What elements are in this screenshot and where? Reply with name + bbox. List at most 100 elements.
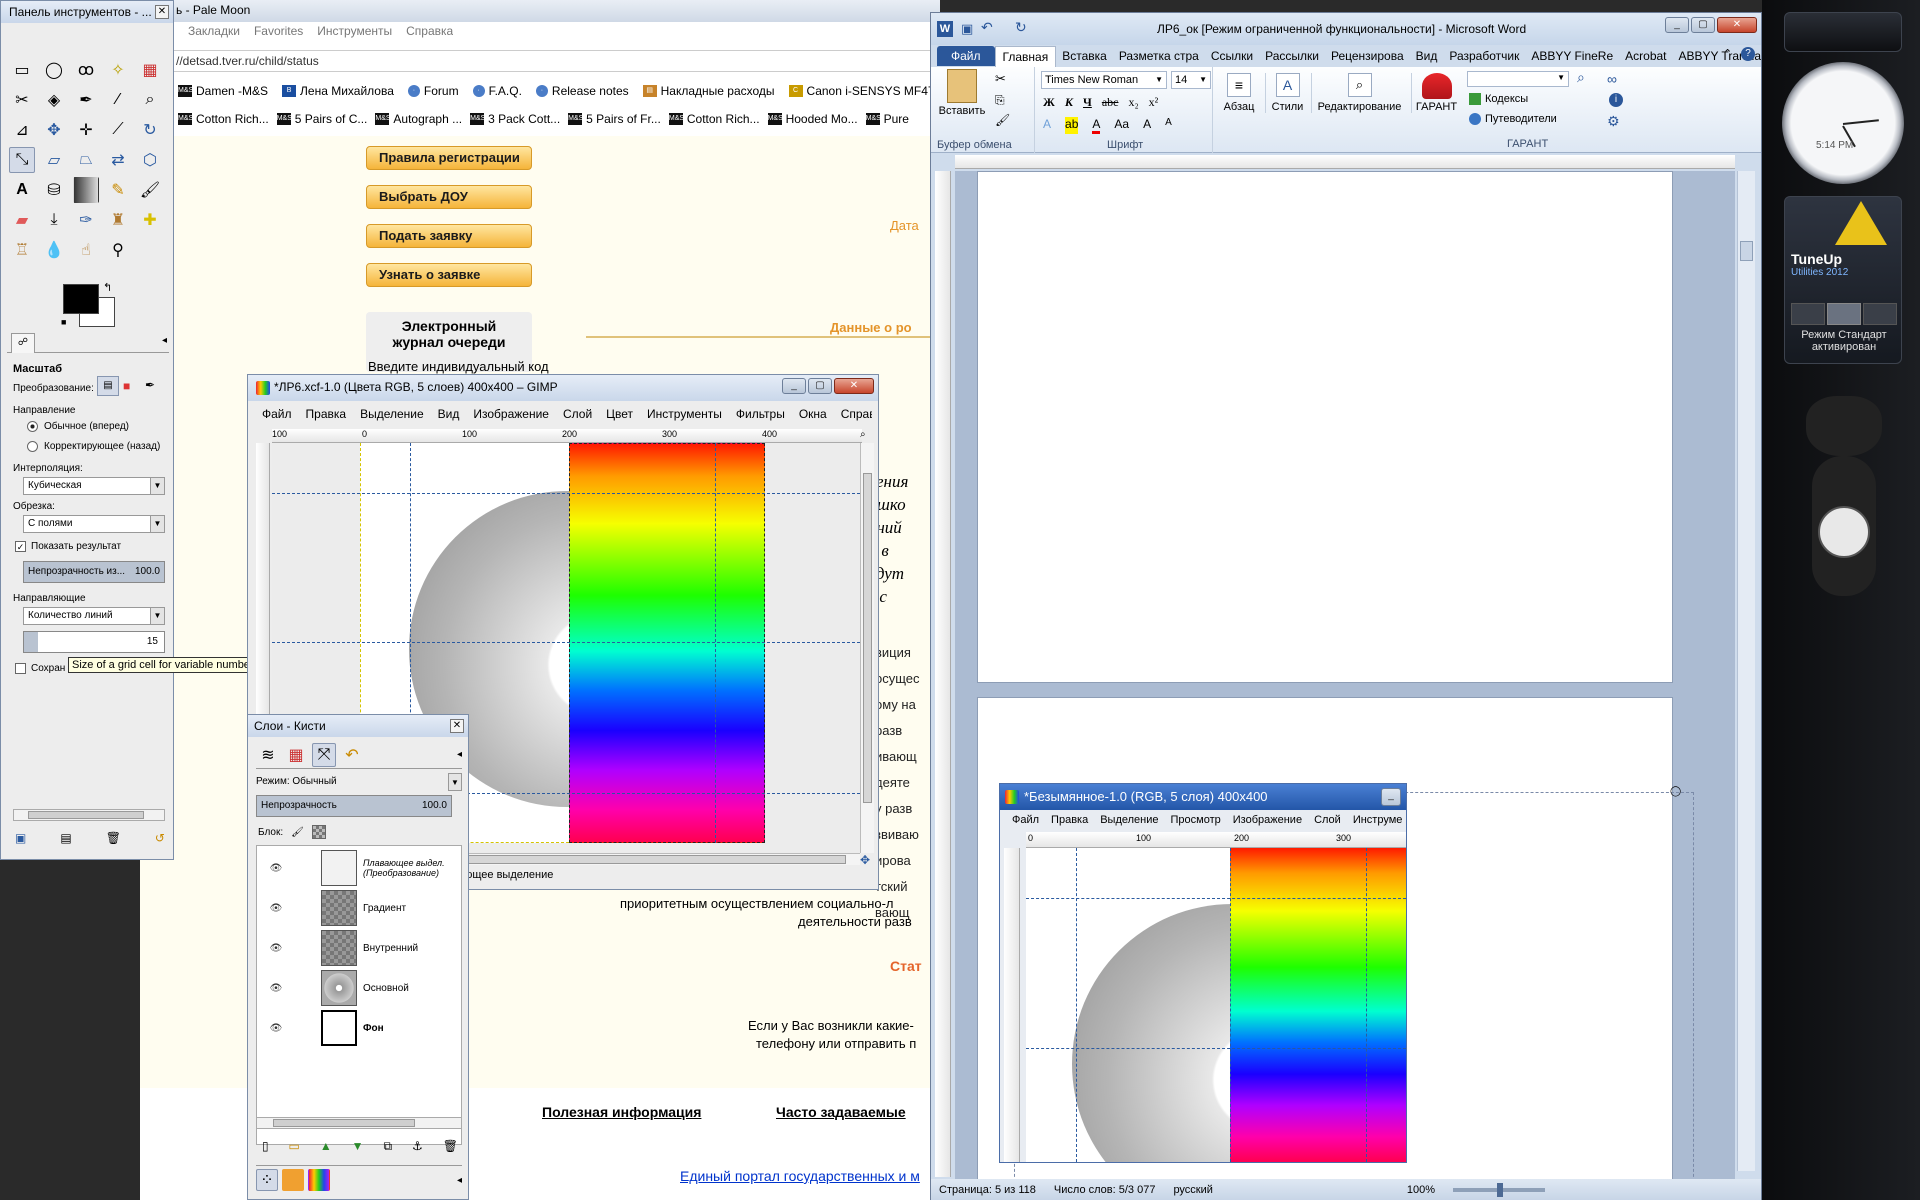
toolbox-hscrollbar[interactable] <box>13 809 165 821</box>
layer-item-main[interactable]: 👁 Основной <box>265 968 453 1008</box>
info-icon[interactable]: i <box>1609 93 1623 107</box>
flip-icon[interactable]: ⇄ <box>105 147 131 173</box>
swap-colors-icon[interactable]: ↰ <box>103 281 112 294</box>
color-picker-icon[interactable]: ⁄ <box>105 87 131 113</box>
paste-button[interactable]: Вставить <box>937 69 987 117</box>
gimp-embedded-menu-tools[interactable]: Инструме <box>1353 814 1403 826</box>
heal-icon[interactable]: ✚ <box>137 207 163 233</box>
clipping-select[interactable]: С полями ▼ <box>23 515 165 533</box>
airbrush-icon[interactable]: ⤓ <box>41 207 67 233</box>
faq-link[interactable]: Часто задаваемые <box>776 1104 906 1120</box>
ink-icon[interactable]: ✑ <box>73 207 99 233</box>
word-maximize-button[interactable]: ▢ <box>1691 17 1715 33</box>
gimp-maximize-button[interactable]: ▢ <box>808 378 832 394</box>
mode-economy-button[interactable] <box>1791 303 1825 325</box>
guides-select[interactable]: Количество линий ▼ <box>23 607 165 625</box>
grid-size-slider[interactable]: 15 <box>23 631 165 653</box>
rules-button[interactable]: Правила регистрации <box>366 146 532 170</box>
lasso-icon[interactable]: ꝏ <box>73 57 99 83</box>
tab-home[interactable]: Главная <box>994 45 1057 67</box>
gimp-embedded-canvas[interactable] <box>1026 848 1406 1162</box>
paths-icon[interactable]: ✒ <box>73 87 99 113</box>
shear-icon[interactable]: ▱ <box>41 147 67 173</box>
tab-mailings[interactable]: Рассылки <box>1259 46 1325 66</box>
blur-icon[interactable]: 💧 <box>41 237 67 263</box>
gimp-menu-view[interactable]: Вид <box>438 407 460 421</box>
cage-icon[interactable]: ⬡ <box>137 147 163 173</box>
choose-dou-button[interactable]: Выбрать ДОУ <box>366 185 532 209</box>
garant-button[interactable]: ГАРАНТ <box>1411 73 1461 113</box>
gimp-embedded-menu-layer[interactable]: Слой <box>1314 814 1341 826</box>
bookmark-faq[interactable]: · F.A.Q. <box>472 84 522 98</box>
tab-item[interactable]: M&S Hooded Mo... <box>767 112 858 126</box>
panel-menu-icon[interactable]: ◂ <box>457 743 462 768</box>
scrollbar-thumb[interactable] <box>863 473 872 803</box>
gradients-tab-icon[interactable] <box>308 1169 330 1191</box>
zoom-icon[interactable]: ⌕ <box>137 87 163 113</box>
save-icon[interactable]: ▣ <box>961 21 973 37</box>
keep-checkbox[interactable]: Сохран <box>15 663 65 674</box>
cut-icon[interactable]: ✂ <box>995 71 1006 87</box>
gimp-close-button[interactable]: ✕ <box>834 378 874 394</box>
scale-icon[interactable]: ⤡ <box>9 147 35 173</box>
bookmark-canon[interactable]: C Canon i-SENSYS MF47... <box>788 84 945 98</box>
tab-developer[interactable]: Разработчик <box>1443 46 1525 66</box>
direction-forward-radio[interactable]: Обычное (вперед) <box>27 421 129 432</box>
visibility-eye-icon[interactable]: 👁 <box>265 1023 287 1034</box>
bookmark-release-notes[interactable]: · Release notes <box>535 84 629 98</box>
anchor-layer-icon[interactable]: ⚓ <box>412 1139 423 1154</box>
ribbon-collapse-icon[interactable]: ⌃ <box>1723 47 1732 60</box>
color-select-icon[interactable]: ▦ <box>137 57 163 83</box>
layers-hscrollbar[interactable] <box>256 1117 462 1129</box>
move-view-icon[interactable]: ✥ <box>860 853 870 867</box>
tab-review[interactable]: Рецензирова <box>1325 46 1410 66</box>
strikethrough-button[interactable]: abc <box>1102 95 1119 110</box>
scissors-icon[interactable]: ✂ <box>9 87 35 113</box>
transform-layer-icon[interactable]: ▤ <box>97 376 119 396</box>
text-effects-icon[interactable]: A <box>1043 117 1051 134</box>
tab-item[interactable]: M&S 5 Pairs of Fr... <box>568 112 661 126</box>
tab-acrobat[interactable]: Acrobat <box>1619 46 1672 66</box>
rotate-icon[interactable]: ↻ <box>137 117 163 143</box>
format-painter-icon[interactable]: 🖌 <box>995 113 1010 127</box>
gimp-menu-color[interactable]: Цвет <box>606 407 633 421</box>
save-options-icon[interactable]: ▣ <box>15 831 26 845</box>
gimp-embedded-menu-view[interactable]: Просмотр <box>1171 814 1221 826</box>
font-color-icon[interactable]: A <box>1092 117 1101 134</box>
rect-select-icon[interactable]: ▭ <box>9 57 35 83</box>
visibility-eye-icon[interactable]: 👁 <box>265 943 287 954</box>
toolbox-close-icon[interactable]: ✕ <box>155 5 169 19</box>
settings-icon[interactable]: ⚙ <box>1607 113 1620 130</box>
gimp-menu-image[interactable]: Изображение <box>473 407 549 421</box>
layer-item-floating[interactable]: 👁 Плавающее выдел. (Преобразование) <box>265 848 453 888</box>
duplicate-layer-icon[interactable]: ⧉ <box>383 1139 392 1154</box>
paths-tab-icon[interactable]: ⤧ <box>312 743 336 767</box>
mode-turbo-button[interactable] <box>1863 303 1897 325</box>
grow-font-icon[interactable]: A <box>1143 117 1151 134</box>
scrollbar-thumb[interactable] <box>28 811 144 819</box>
visibility-eye-icon[interactable]: 👁 <box>265 903 287 914</box>
word-counter[interactable]: Число слов: 5/3 077 <box>1054 1184 1156 1196</box>
raise-layer-icon[interactable]: ▲ <box>320 1139 332 1154</box>
gimp-menu-filters[interactable]: Фильтры <box>736 407 785 421</box>
clone-icon[interactable]: ♜ <box>105 207 131 233</box>
mode-standard-button[interactable] <box>1827 303 1861 325</box>
navigate-icon[interactable]: ⌕ <box>860 429 866 440</box>
channels-tab-icon[interactable]: ▦ <box>284 743 308 767</box>
interpolation-select[interactable]: Кубическая ▼ <box>23 477 165 495</box>
fuzzy-select-icon[interactable]: ✧ <box>105 57 131 83</box>
change-case-icon[interactable]: Aa <box>1114 117 1129 134</box>
word-minimize-button[interactable]: _ <box>1665 17 1689 33</box>
layer-opacity-slider[interactable]: Непрозрачность 100.0 <box>256 795 452 817</box>
foreground-color-swatch[interactable] <box>63 284 99 314</box>
layer-item-inner[interactable]: 👁 Внутренний <box>265 928 453 968</box>
delete-options-icon[interactable]: 🗑 <box>106 831 121 845</box>
layer-item-gradient[interactable]: 👁 Градиент <box>265 888 453 928</box>
gimp-minimize-button[interactable]: _ <box>782 378 806 394</box>
check-application-button[interactable]: Узнать о заявке <box>366 263 532 287</box>
tab-item[interactable]: M&S Autograph ... <box>375 112 462 126</box>
undo-history-tab-icon[interactable]: ↶ <box>340 743 364 767</box>
default-colors-icon[interactable]: ■ <box>61 317 66 327</box>
gimp-embedded-menu-image[interactable]: Изображение <box>1233 814 1302 826</box>
gimp-menu-tools[interactable]: Инструменты <box>647 407 722 421</box>
